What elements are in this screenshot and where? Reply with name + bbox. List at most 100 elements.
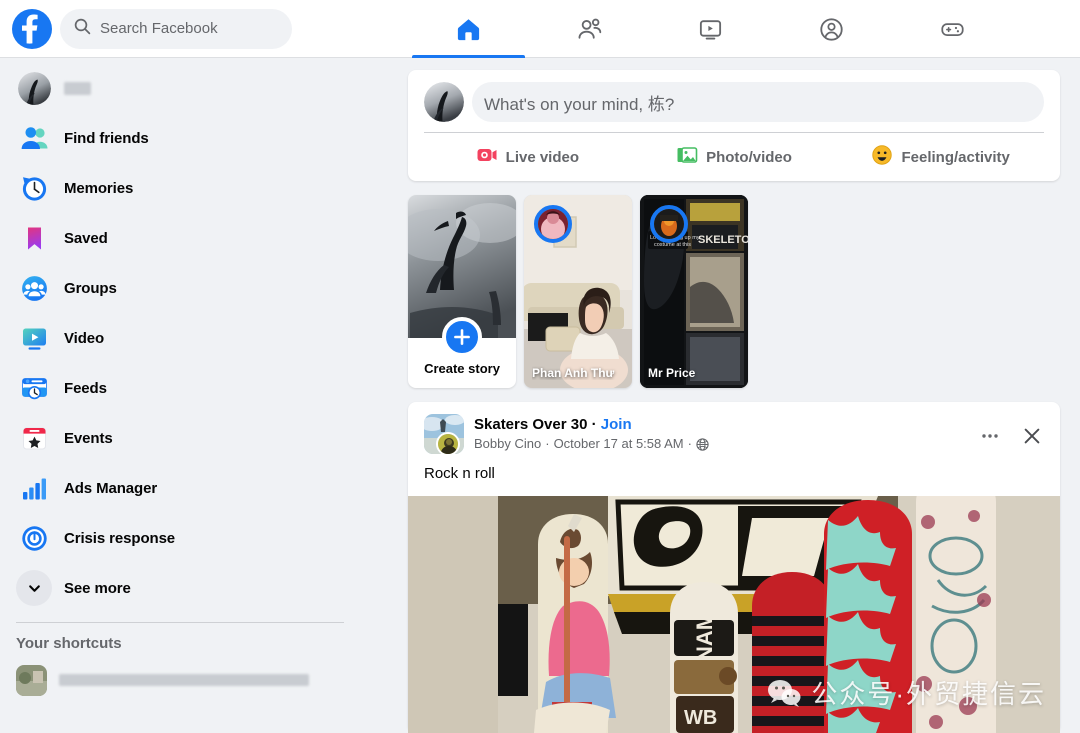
group-avatar[interactable] xyxy=(424,414,464,456)
header-left-section: Search Facebook xyxy=(0,8,292,49)
shortcut-thumbnail xyxy=(16,664,47,696)
sidebar-item-ads-manager[interactable]: Ads Manager xyxy=(8,466,352,510)
feeling-activity-label: Feeling/activity xyxy=(901,148,1010,166)
composer-avatar[interactable] xyxy=(424,82,464,122)
feeling-activity-icon xyxy=(871,144,893,170)
search-input[interactable]: Search Facebook xyxy=(60,8,292,49)
composer-action-row: Live video Photo/video Feeling/activity xyxy=(424,133,1044,181)
main-feed-column: What's on your mind, 栋? Live video Photo… xyxy=(408,58,1064,733)
post-author-name[interactable]: Bobby Cino xyxy=(474,435,541,453)
sidebar-item-groups[interactable]: Groups xyxy=(8,266,352,310)
groups-icon xyxy=(16,270,52,306)
sidebar-item-feeds[interactable]: Feeds xyxy=(8,366,352,410)
post-header: Skaters Over 30 · Join Bobby Cino · Octo… xyxy=(408,402,1060,456)
create-story-label: Create story xyxy=(424,361,500,376)
sidebar-item-see-more[interactable]: See more xyxy=(8,566,352,610)
memories-clock-icon xyxy=(16,170,52,206)
saved-bookmark-icon xyxy=(16,220,52,256)
feed-post-card: Skaters Over 30 · Join Bobby Cino · Octo… xyxy=(408,402,1060,733)
sidebar-item-crisis-response[interactable]: Crisis response xyxy=(8,516,352,560)
ellipsis-icon xyxy=(982,434,998,438)
photo-video-label: Photo/video xyxy=(706,148,792,166)
nav-tab-friends[interactable] xyxy=(529,0,650,58)
post-composer-card: What's on your mind, 栋? Live video Photo… xyxy=(408,70,1060,181)
post-timestamp[interactable]: October 17 at 5:58 AM xyxy=(554,435,684,453)
composer-top-row: What's on your mind, 栋? xyxy=(424,82,1044,122)
crisis-response-icon xyxy=(16,520,52,556)
sidebar-item-label: Crisis response xyxy=(64,529,176,547)
nav-tab-gaming[interactable] xyxy=(892,0,1013,58)
create-story-card[interactable]: Create story xyxy=(408,195,516,388)
globe-icon[interactable] xyxy=(696,437,709,451)
svg-text:SKELETO: SKELETO xyxy=(698,234,748,246)
left-sidebar: Find friends Memories Saved Groups Video… xyxy=(0,58,360,732)
post-subtitle: Bobby Cino · October 17 at 5:58 AM · xyxy=(474,435,709,453)
friends-icon xyxy=(578,18,602,39)
composer-placeholder: What's on your mind, 栋? xyxy=(484,94,675,114)
composer-input[interactable]: What's on your mind, 栋? xyxy=(472,82,1044,122)
sidebar-item-events[interactable]: Events xyxy=(8,416,352,460)
sidebar-item-label: Ads Manager xyxy=(64,479,158,497)
sidebar-item-memories[interactable]: Memories xyxy=(8,166,352,210)
sidebar-item-label: Feeds xyxy=(64,379,107,397)
live-video-label: Live video xyxy=(505,148,580,166)
video-icon xyxy=(699,19,722,39)
sidebar-item-label: Memories xyxy=(64,179,134,197)
gaming-icon xyxy=(941,22,964,36)
sidebar-item-profile[interactable] xyxy=(8,66,352,110)
search-icon xyxy=(74,18,91,40)
home-icon xyxy=(457,18,480,40)
group-name: Skaters Over 30 xyxy=(474,416,588,433)
live-video-icon xyxy=(476,144,498,170)
post-meta: Skaters Over 30 · Join Bobby Cino · Octo… xyxy=(474,414,709,453)
shortcut-label-redacted xyxy=(59,674,309,686)
close-icon xyxy=(1024,428,1040,444)
story-label: Mr Price xyxy=(648,366,696,380)
subtitle-separator: · xyxy=(545,436,550,451)
story-author-avatar xyxy=(534,205,572,243)
sidebar-item-label: Video xyxy=(64,329,105,347)
search-placeholder: Search Facebook xyxy=(100,20,218,37)
profile-name-redacted xyxy=(64,81,91,95)
photo-video-button[interactable]: Photo/video xyxy=(631,133,838,181)
see-more-label: See more xyxy=(64,579,131,597)
find-friends-icon xyxy=(16,120,52,156)
svg-text:WB: WB xyxy=(684,707,717,729)
nav-tab-home[interactable] xyxy=(408,0,529,58)
sidebar-item-video[interactable]: Video xyxy=(8,316,352,360)
svg-text:costume at this: costume at this xyxy=(654,242,691,248)
shortcut-list-item[interactable] xyxy=(8,662,352,698)
nav-tab-groups[interactable] xyxy=(771,0,892,58)
feeling-activity-button[interactable]: Feeling/activity xyxy=(837,133,1044,181)
live-video-button[interactable]: Live video xyxy=(424,133,631,181)
groups-icon xyxy=(820,17,843,41)
sidebar-item-label: Groups xyxy=(64,279,117,297)
sidebar-item-label: Events xyxy=(64,429,113,447)
post-group-title: Skaters Over 30 · Join xyxy=(474,415,709,434)
post-options-button[interactable] xyxy=(974,420,1006,452)
post-body-text: Rock n roll xyxy=(424,465,495,482)
sidebar-divider xyxy=(16,622,344,623)
post-author-avatar xyxy=(436,432,460,456)
user-avatar xyxy=(16,70,52,106)
story-author-avatar xyxy=(650,205,688,243)
chevron-down-icon xyxy=(16,570,52,606)
plus-icon[interactable] xyxy=(442,317,482,357)
sidebar-item-label: Saved xyxy=(64,229,108,247)
sidebar-item-saved[interactable]: Saved xyxy=(8,216,352,260)
shortcuts-heading: Your shortcuts xyxy=(16,635,122,652)
post-close-button[interactable] xyxy=(1016,420,1048,452)
subtitle-separator: · xyxy=(687,436,692,451)
story-card[interactable]: Phan Anh Thư xyxy=(524,195,632,388)
photo-video-icon xyxy=(676,144,698,170)
join-group-link[interactable]: Join xyxy=(601,416,632,433)
post-media-image[interactable]: NAM WB 公众号·外贸捷信云 xyxy=(408,496,1060,733)
story-card[interactable]: SKELETO Love hanging up my costume at th… xyxy=(640,195,748,388)
story-label: Phan Anh Thư xyxy=(532,366,615,380)
facebook-logo-icon[interactable] xyxy=(12,8,52,49)
video-monitor-icon xyxy=(16,320,52,356)
nav-tab-video[interactable] xyxy=(650,0,771,58)
ads-manager-bars-icon xyxy=(16,470,52,506)
sidebar-item-label: Find friends xyxy=(64,129,149,147)
sidebar-item-find-friends[interactable]: Find friends xyxy=(8,116,352,160)
